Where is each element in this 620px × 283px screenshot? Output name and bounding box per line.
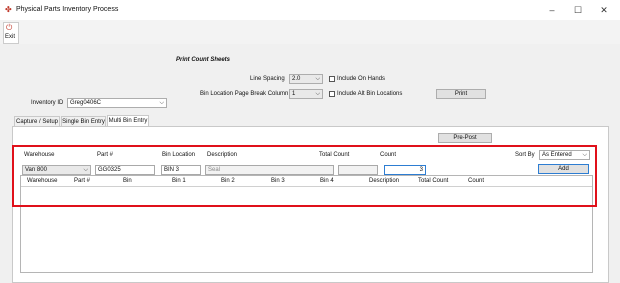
- toolbar: [0, 20, 620, 45]
- inventory-id-label: Inventory ID: [31, 100, 64, 106]
- print-count-heading: Print Count Sheets: [176, 57, 231, 63]
- highlight-box: [12, 145, 597, 207]
- chevron-down-icon: ⌵: [315, 76, 320, 82]
- app-logo-icon: ✤: [5, 5, 12, 14]
- include-on-hands-label: Include On Hands: [337, 76, 386, 82]
- chevron-down-icon: ⌵: [159, 100, 164, 106]
- inventory-id-value: Greg0406C: [70, 100, 102, 106]
- line-spacing-select[interactable]: 2.0 ⌵: [289, 74, 323, 84]
- minimize-button[interactable]: –: [545, 4, 559, 16]
- tab-multi-bin-entry[interactable]: Multi Bin Entry: [107, 115, 149, 126]
- page-break-label: Bin Location Page Break Column: [200, 91, 289, 97]
- print-button[interactable]: Print: [436, 89, 486, 99]
- maximize-button[interactable]: ☐: [571, 4, 585, 16]
- pre-post-button[interactable]: Pre-Post: [438, 133, 492, 143]
- exit-label: Exit: [5, 34, 16, 40]
- tab-single-bin-entry[interactable]: Single Bin Entry: [61, 116, 106, 126]
- tab-capture-setup[interactable]: Capture / Setup: [14, 116, 60, 126]
- include-alt-bin-label: Include Alt Bin Locations: [337, 91, 403, 97]
- close-button[interactable]: ✕: [597, 4, 611, 16]
- page-break-value: 1: [292, 91, 296, 97]
- line-spacing-value: 2.0: [292, 76, 301, 82]
- page-break-select[interactable]: 1 ⌵: [289, 89, 323, 99]
- include-on-hands-checkbox[interactable]: [329, 76, 335, 82]
- inventory-id-select[interactable]: Greg0406C ⌵: [67, 98, 167, 108]
- chevron-down-icon: ⌵: [315, 91, 320, 97]
- include-alt-bin-checkbox[interactable]: [329, 91, 335, 97]
- window-title: Physical Parts Inventory Process: [16, 6, 119, 13]
- exit-icon: ⏻: [6, 23, 13, 32]
- line-spacing-label: Line Spacing: [250, 76, 285, 82]
